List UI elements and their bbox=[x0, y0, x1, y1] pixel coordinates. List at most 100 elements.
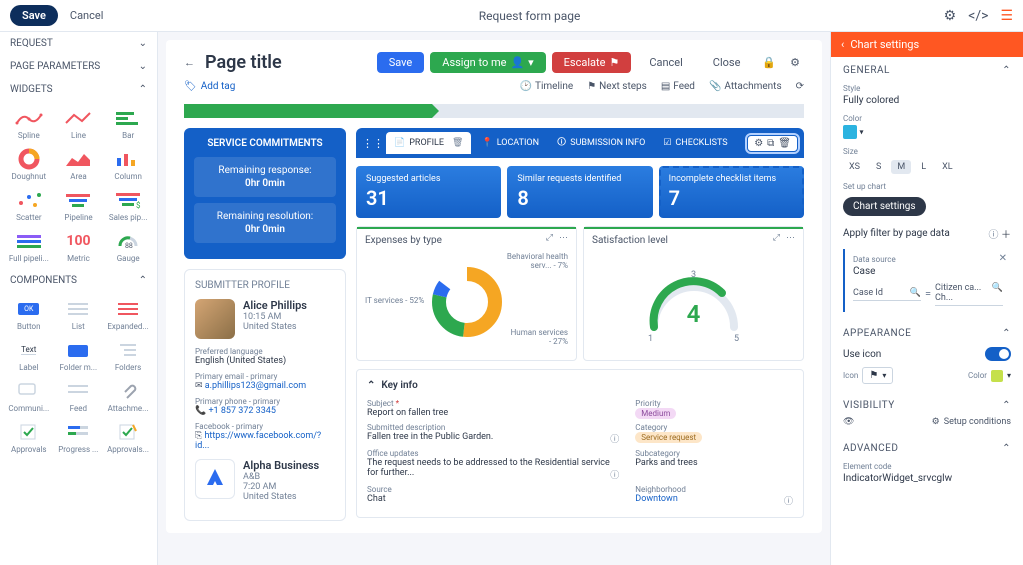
copy-icon[interactable]: ⧉ bbox=[767, 138, 774, 149]
metric-incomplete-checklist[interactable]: Incomplete checklist items7 bbox=[659, 166, 804, 218]
setup-conditions-link[interactable]: Setup conditions bbox=[944, 417, 1011, 427]
info-icon[interactable]: ⓘ bbox=[784, 494, 793, 507]
assign-to-me-button[interactable]: Assign to me👤▾ bbox=[430, 52, 545, 73]
more-icon[interactable]: ⋯ bbox=[559, 233, 568, 243]
add-icon[interactable]: ＋ bbox=[1001, 230, 1011, 241]
code-icon[interactable]: </> bbox=[968, 8, 988, 24]
use-icon-toggle[interactable] bbox=[985, 347, 1011, 361]
tab-location[interactable]: 📍LOCATION bbox=[473, 132, 547, 154]
attachment-icon: 📎 bbox=[709, 81, 721, 92]
chart-settings-button[interactable]: Chart settings bbox=[843, 197, 926, 216]
metric-similar-requests[interactable]: Similar requests identified8 bbox=[507, 166, 652, 218]
component-expanded[interactable]: Expanded... bbox=[105, 296, 151, 333]
icon-picker[interactable]: ⚑▾ bbox=[862, 367, 893, 384]
tab-profile[interactable]: 📄PROFILE🗑 bbox=[386, 132, 471, 154]
cancel-button[interactable]: Cancel bbox=[58, 5, 115, 26]
section-appearance[interactable]: APPEARANCE⌃ bbox=[843, 328, 1011, 339]
page-cancel-button[interactable]: Cancel bbox=[637, 52, 694, 73]
escalate-button[interactable]: Escalate⚑ bbox=[552, 52, 632, 73]
widget-gauge[interactable]: 88Gauge bbox=[105, 228, 151, 265]
gauge-value: 4 bbox=[687, 300, 701, 328]
widget-scatter[interactable]: Scatter bbox=[6, 187, 52, 224]
neighborhood-link[interactable]: Downtown bbox=[635, 494, 678, 504]
section-advanced[interactable]: ADVANCED⌃ bbox=[843, 443, 1011, 454]
component-button[interactable]: OKButton bbox=[6, 296, 52, 333]
widget-metric[interactable]: 100Metric bbox=[56, 228, 102, 265]
widget-sales-pipeline[interactable]: $Sales pip... bbox=[105, 187, 151, 224]
page-save-button[interactable]: Save bbox=[377, 52, 425, 73]
size-xs[interactable]: XS bbox=[843, 160, 866, 174]
widget-line[interactable]: Line bbox=[56, 105, 102, 142]
section-visibility[interactable]: VISIBILITY⌃ bbox=[843, 400, 1011, 411]
layout-icon[interactable]: ☰ bbox=[1000, 8, 1013, 24]
chevron-down-icon[interactable]: ▾ bbox=[1007, 371, 1011, 380]
attachments-link[interactable]: 📎Attachments bbox=[709, 81, 782, 92]
component-folder-m[interactable]: Folder m... bbox=[56, 337, 102, 374]
widget-bar[interactable]: Bar bbox=[105, 105, 151, 142]
feed-link[interactable]: ▤Feed bbox=[661, 81, 695, 92]
info-icon[interactable]: ⓘ bbox=[610, 468, 619, 481]
next-steps-link[interactable]: ⚑Next steps bbox=[587, 81, 647, 92]
section-general[interactable]: GENERAL⌃ bbox=[843, 65, 1011, 76]
delete-icon[interactable]: 🗑 bbox=[778, 138, 791, 149]
info-icon[interactable]: ⓘ bbox=[989, 230, 999, 241]
section-widgets[interactable]: WIDGETS⌃ bbox=[0, 78, 157, 101]
color-swatch-2[interactable] bbox=[991, 370, 1003, 382]
svg-text:88: 88 bbox=[125, 242, 133, 250]
chevron-up-icon[interactable]: ⌃ bbox=[367, 380, 375, 391]
size-m[interactable]: M bbox=[891, 160, 911, 174]
lookup-right[interactable]: Citizen ca... Ch...🔍 bbox=[935, 281, 1003, 306]
size-l[interactable]: L bbox=[915, 160, 932, 174]
component-approvals2[interactable]: Approvals... bbox=[105, 419, 151, 456]
component-label[interactable]: TextLabel bbox=[6, 337, 52, 374]
component-feed[interactable]: Feed bbox=[56, 378, 102, 415]
chevron-left-icon[interactable]: ‹ bbox=[841, 38, 844, 51]
tab-checklists[interactable]: ☑CHECKLISTS bbox=[655, 132, 735, 154]
gear-icon[interactable]: ⚙ bbox=[786, 56, 804, 69]
facebook-link[interactable]: ⎘ https://www.facebook.com/?id... bbox=[195, 431, 335, 451]
expenses-chart-card[interactable]: Expenses by type ⤢⋯ IT serv bbox=[356, 226, 577, 361]
chevron-down-icon[interactable]: ▾ bbox=[859, 128, 863, 137]
satisfaction-chart-card[interactable]: Satisfaction level ⤢⋯ 1 3 5 bbox=[583, 226, 804, 361]
widget-doughnut[interactable]: Doughnut bbox=[6, 146, 52, 183]
lock-icon[interactable]: 🔒 bbox=[758, 56, 780, 69]
add-tag-button[interactable]: 🏷Add tag bbox=[184, 81, 235, 92]
section-request[interactable]: REQUEST⌄ bbox=[0, 32, 157, 55]
tab-submission[interactable]: 🛈SUBMISSION INFO bbox=[549, 129, 653, 157]
delete-icon[interactable]: 🗑 bbox=[452, 138, 463, 148]
save-button[interactable]: Save bbox=[10, 5, 58, 26]
settings-gear-icon[interactable]: ⚙ bbox=[944, 8, 957, 24]
size-xl[interactable]: XL bbox=[936, 160, 959, 174]
remove-filter-icon[interactable]: ✕ bbox=[999, 253, 1007, 264]
color-swatch[interactable] bbox=[843, 125, 857, 139]
eye-icon[interactable]: 👁 bbox=[843, 417, 854, 427]
widget-area[interactable]: Area bbox=[56, 146, 102, 183]
gear-icon[interactable]: ⚙ bbox=[754, 138, 763, 149]
timeline-link[interactable]: 🕑Timeline bbox=[520, 81, 574, 92]
refresh-icon[interactable]: ⟳ bbox=[796, 81, 804, 92]
widget-full-pipeline[interactable]: Full pipeli... bbox=[6, 228, 52, 265]
component-approvals[interactable]: Approvals bbox=[6, 419, 52, 456]
email-link[interactable]: ✉ a.phillips123@gmail.com bbox=[195, 381, 335, 391]
section-components[interactable]: COMPONENTS⌃ bbox=[0, 269, 157, 292]
tab-handle-icon[interactable]: ⋮⋮ bbox=[362, 137, 384, 150]
expand-icon[interactable]: ⤢ bbox=[773, 233, 780, 243]
more-icon[interactable]: ⋯ bbox=[786, 233, 795, 243]
widget-column[interactable]: Column bbox=[105, 146, 151, 183]
component-list[interactable]: List bbox=[56, 296, 102, 333]
component-progress[interactable]: Progress ... bbox=[56, 419, 102, 456]
back-arrow-icon[interactable]: ← bbox=[184, 56, 195, 69]
expand-icon[interactable]: ⤢ bbox=[546, 233, 553, 243]
widget-pipeline[interactable]: Pipeline bbox=[56, 187, 102, 224]
component-attachme[interactable]: Attachme... bbox=[105, 378, 151, 415]
metric-suggested-articles[interactable]: Suggested articles31 bbox=[356, 166, 501, 218]
section-page-parameters[interactable]: PAGE PARAMETERS⌄ bbox=[0, 55, 157, 78]
lookup-left[interactable]: Case Id🔍 bbox=[853, 286, 921, 301]
info-icon[interactable]: ⓘ bbox=[610, 432, 619, 445]
component-folders[interactable]: Folders bbox=[105, 337, 151, 374]
component-communi[interactable]: Communi... bbox=[6, 378, 52, 415]
size-s[interactable]: S bbox=[870, 160, 887, 174]
widget-spline[interactable]: Spline bbox=[6, 105, 52, 142]
close-button[interactable]: Close bbox=[701, 52, 753, 73]
phone-link[interactable]: 📞 +1 857 372 3345 bbox=[195, 406, 335, 416]
